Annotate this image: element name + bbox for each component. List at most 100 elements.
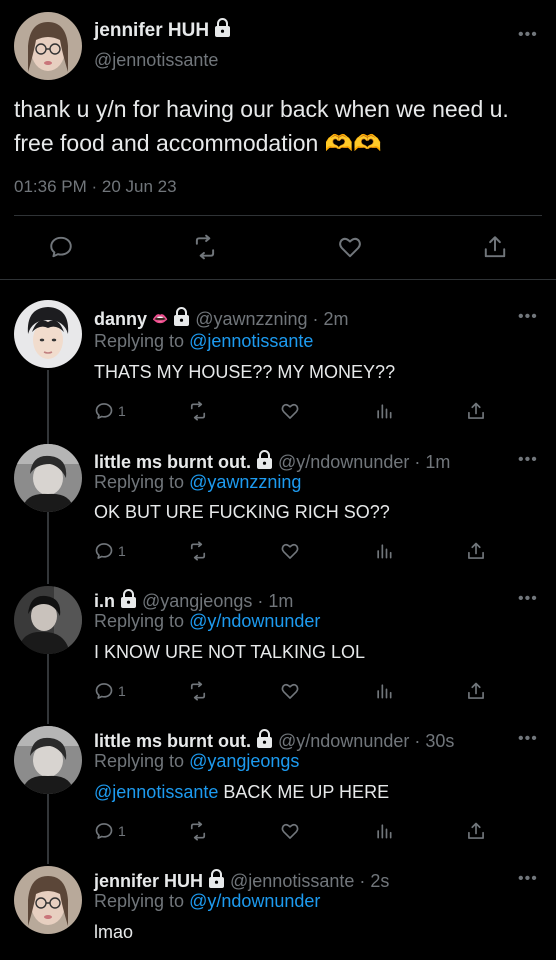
more-options-icon[interactable]: •••: [518, 591, 538, 607]
replying-to-mention[interactable]: @y/ndownunder: [189, 891, 320, 911]
reply-header: little ms burnt out. @y/ndownunder · 1m: [94, 450, 450, 474]
reply-icon[interactable]: 1: [94, 680, 126, 702]
like-icon[interactable]: [337, 234, 363, 260]
share-icon[interactable]: [466, 400, 486, 422]
share-icon[interactable]: [466, 820, 486, 842]
reply-time: · 1m: [414, 451, 451, 472]
reply-actions: 1: [94, 400, 488, 422]
reply-actions: 1: [94, 680, 488, 702]
reply-time: · 2m: [312, 308, 349, 329]
reply-text-body: BACK ME UP HERE: [218, 782, 390, 802]
author-avatar[interactable]: [14, 12, 82, 80]
thread-line: [47, 370, 49, 444]
reply-author-name[interactable]: i.n: [94, 591, 115, 612]
lock-icon: [256, 450, 273, 474]
reply-count: 1: [118, 403, 126, 419]
more-options-icon[interactable]: •••: [518, 309, 538, 325]
replying-to: Replying to @yangjeongs: [94, 751, 299, 772]
reply-header: danny 👄 @yawnzzning · 2m: [94, 307, 349, 331]
more-options-icon[interactable]: •••: [518, 27, 538, 43]
reply-mention[interactable]: @jennotissante: [94, 782, 218, 802]
reply-text: OK BUT URE FUCKING RICH SO??: [94, 502, 390, 523]
like-icon[interactable]: [280, 680, 300, 702]
lips-emoji: 👄: [152, 311, 169, 326]
replying-to-mention[interactable]: @y/ndownunder: [189, 611, 320, 631]
reply-text: THATS MY HOUSE?? MY MONEY??: [94, 362, 395, 383]
reply-text: I KNOW URE NOT TALKING LOL: [94, 642, 365, 663]
more-options-icon[interactable]: •••: [518, 731, 538, 747]
views-icon[interactable]: [374, 540, 394, 562]
reply-icon[interactable]: 1: [94, 820, 126, 842]
replying-to-label: Replying to: [94, 472, 185, 492]
tweet-timestamp[interactable]: 01:36 PM · 20 Jun 23: [14, 177, 177, 197]
reply-header: little ms burnt out. @y/ndownunder · 30s: [94, 729, 454, 753]
reply-avatar[interactable]: [14, 866, 82, 934]
reply-text-body: I KNOW URE NOT TALKING LOL: [94, 642, 366, 662]
like-icon[interactable]: [280, 540, 300, 562]
share-icon[interactable]: [466, 540, 486, 562]
retweet-icon[interactable]: [188, 540, 208, 562]
like-icon[interactable]: [280, 400, 300, 422]
reply-avatar[interactable]: [14, 726, 82, 794]
divider: [0, 279, 556, 280]
reply-author-handle[interactable]: @y/ndownunder: [278, 452, 409, 473]
share-icon[interactable]: [466, 680, 486, 702]
more-options-icon[interactable]: •••: [518, 871, 538, 887]
replying-to-mention[interactable]: @yawnzzning: [189, 472, 301, 492]
reply-author-handle[interactable]: @y/ndownunder: [278, 731, 409, 752]
reply-author-handle[interactable]: @jennotissante: [230, 871, 354, 892]
reply-author-handle[interactable]: @yangjeongs: [142, 591, 252, 612]
thread-line: [47, 650, 49, 724]
views-icon[interactable]: [374, 680, 394, 702]
reply-time: · 2s: [359, 870, 390, 891]
reply-actions: 1: [94, 540, 488, 562]
reply-text-body: lmao: [94, 922, 134, 942]
author-name-row[interactable]: jennifer HUH: [94, 18, 231, 43]
reply-author-name[interactable]: little ms burnt out.: [94, 731, 251, 752]
replying-to-mention[interactable]: @jennotissante: [189, 331, 313, 351]
divider: [14, 215, 542, 216]
reply-author-handle[interactable]: @yawnzzning: [195, 309, 307, 330]
retweet-icon[interactable]: [188, 680, 208, 702]
reply-author-name[interactable]: little ms burnt out.: [94, 452, 251, 473]
replying-to: Replying to @yawnzzning: [94, 472, 301, 493]
views-icon[interactable]: [374, 400, 394, 422]
views-icon[interactable]: [374, 820, 394, 842]
author-handle[interactable]: @jennotissante: [94, 50, 218, 71]
reply-text-body: OK BUT URE FUCKING RICH SO??: [94, 502, 390, 522]
lock-icon: [173, 307, 190, 331]
reply-count: 1: [118, 823, 126, 839]
replying-to-label: Replying to: [94, 611, 185, 631]
replying-to-label: Replying to: [94, 891, 185, 911]
retweet-icon[interactable]: [188, 400, 208, 422]
reply-avatar[interactable]: [14, 444, 82, 512]
replying-to: Replying to @jennotissante: [94, 331, 313, 352]
reply-time: · 1m: [257, 590, 294, 611]
retweet-icon[interactable]: [192, 234, 218, 260]
retweet-icon[interactable]: [188, 820, 208, 842]
thread-line: [47, 510, 49, 584]
reply-avatar[interactable]: [14, 586, 82, 654]
reply-header: i.n @yangjeongs · 1m: [94, 589, 293, 613]
lock-icon: [214, 18, 231, 43]
share-icon[interactable]: [482, 234, 508, 260]
like-icon[interactable]: [280, 820, 300, 842]
replying-to-mention[interactable]: @yangjeongs: [189, 751, 299, 771]
author-name[interactable]: jennifer HUH: [94, 20, 209, 42]
reply-header: jennifer HUH @jennotissante · 2s: [94, 869, 389, 893]
more-options-icon[interactable]: •••: [518, 452, 538, 468]
tweet-text: thank u y/n for having our back when we …: [14, 96, 509, 156]
lock-icon: [256, 729, 273, 753]
reply-icon[interactable]: 1: [94, 540, 126, 562]
reply-author-name[interactable]: jennifer HUH: [94, 871, 203, 892]
reply-time: · 30s: [414, 730, 455, 751]
thread-line: [47, 790, 49, 864]
reply-text: @jennotissante BACK ME UP HERE: [94, 782, 389, 803]
replying-to: Replying to @y/ndownunder: [94, 611, 320, 632]
lock-icon: [208, 869, 225, 893]
replying-to-label: Replying to: [94, 331, 185, 351]
reply-avatar[interactable]: [14, 300, 82, 368]
reply-icon[interactable]: [48, 234, 74, 260]
reply-author-name[interactable]: danny: [94, 309, 147, 330]
reply-icon[interactable]: 1: [94, 400, 126, 422]
